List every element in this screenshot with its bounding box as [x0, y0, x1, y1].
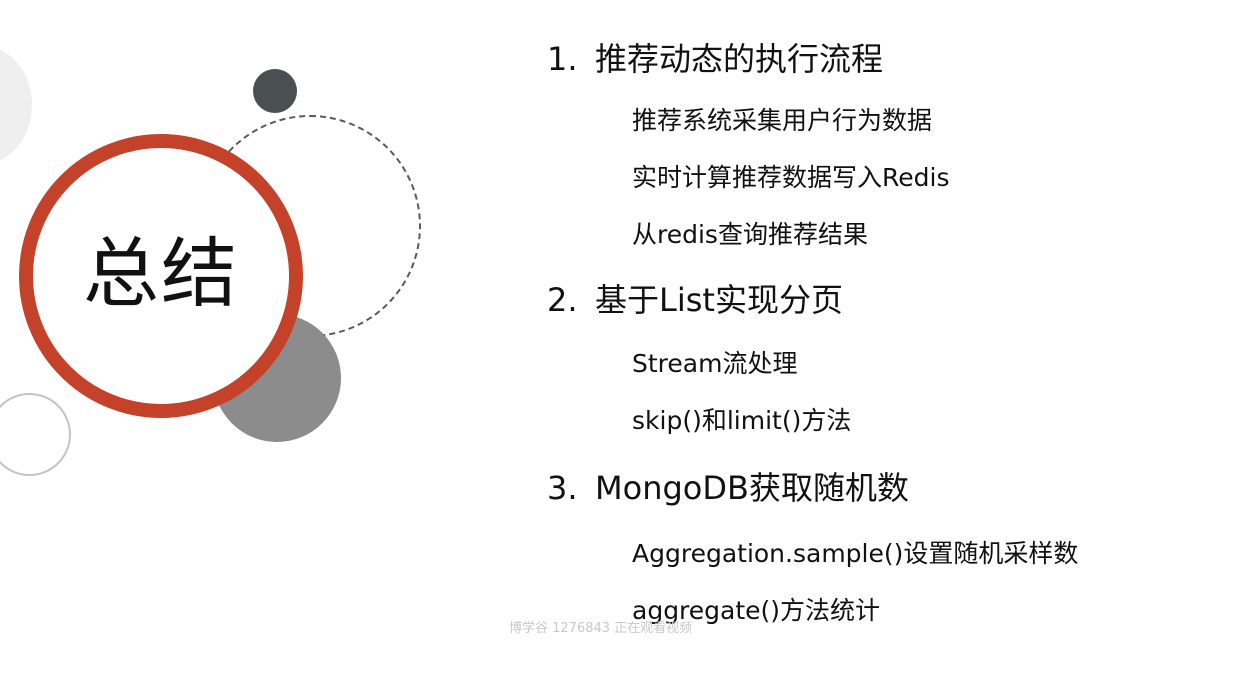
title-ring: 总结: [19, 134, 303, 418]
list-item: 实时计算推荐数据写入Redis: [632, 163, 950, 192]
section-number: 2.: [547, 281, 578, 319]
section-heading: 2. 基于List实现分页: [547, 277, 1207, 323]
outline-circle-decoration: [0, 393, 71, 476]
watermark: 博学谷 1276843 正在观看视频: [509, 621, 693, 636]
pale-circle-decoration: [0, 45, 32, 165]
slide-title: 总结: [83, 229, 239, 318]
dark-dot-decoration: [253, 69, 297, 113]
slide: 总结 1. 推荐动态的执行流程 推荐系统采集用户行为数据 实时计算推荐数据写入R…: [0, 0, 1238, 696]
list-item: Aggregation.sample()设置随机采样数: [632, 539, 1079, 568]
section-heading: 1. 推荐动态的执行流程: [547, 36, 1207, 82]
section-number: 3.: [547, 469, 578, 507]
section-2: 2. 基于List实现分页 Stream流处理 skip()和limit()方法: [547, 277, 1207, 449]
sub-list: 推荐系统采集用户行为数据 实时计算推荐数据写入Redis 从redis查询推荐结…: [547, 92, 1207, 263]
section-heading: 3. MongoDB获取随机数: [547, 465, 1207, 511]
summary-list: 1. 推荐动态的执行流程 推荐系统采集用户行为数据 实时计算推荐数据写入Redi…: [547, 36, 1207, 639]
list-item: 推荐系统采集用户行为数据: [632, 106, 933, 135]
section-1: 1. 推荐动态的执行流程 推荐系统采集用户行为数据 实时计算推荐数据写入Redi…: [547, 36, 1207, 263]
sub-list: Stream流处理 skip()和limit()方法: [547, 335, 1207, 449]
section-title: MongoDB获取随机数: [595, 469, 909, 507]
list-item: Stream流处理: [632, 349, 798, 378]
section-3: 3. MongoDB获取随机数 Aggregation.sample()设置随机…: [547, 465, 1207, 639]
section-number: 1.: [547, 40, 578, 78]
list-item: skip()和limit()方法: [632, 406, 852, 435]
section-title: 基于List实现分页: [595, 281, 843, 319]
list-item: 从redis查询推荐结果: [632, 220, 868, 249]
list-item: aggregate()方法统计: [632, 596, 881, 625]
section-title: 推荐动态的执行流程: [595, 40, 884, 78]
